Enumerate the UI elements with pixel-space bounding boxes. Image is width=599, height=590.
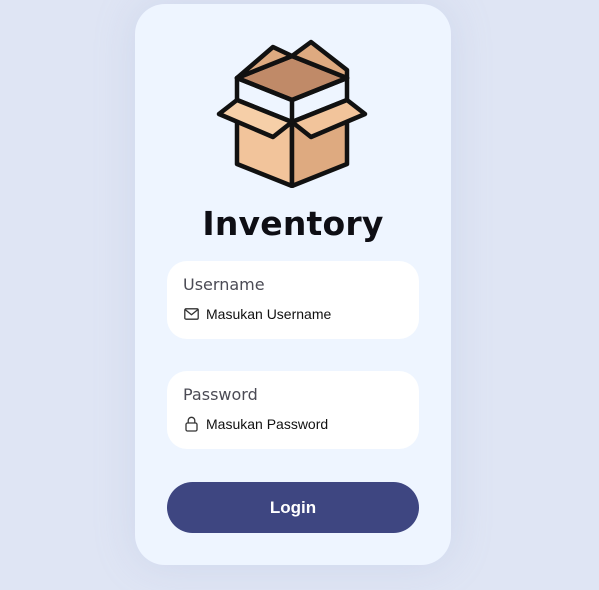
username-input-row[interactable] bbox=[183, 305, 406, 322]
password-field[interactable]: Password bbox=[167, 371, 419, 449]
login-button[interactable]: Login bbox=[167, 482, 419, 533]
lock-icon bbox=[183, 415, 200, 432]
password-input[interactable] bbox=[206, 415, 406, 432]
open-cardboard-box-icon bbox=[215, 34, 369, 189]
username-input[interactable] bbox=[206, 305, 406, 322]
app-title: Inventory bbox=[202, 204, 384, 243]
envelope-icon bbox=[183, 305, 200, 322]
username-label: Username bbox=[183, 275, 265, 294]
password-input-row[interactable] bbox=[183, 415, 406, 432]
password-label: Password bbox=[183, 385, 258, 404]
login-card: Inventory Username Password Login bbox=[135, 4, 451, 565]
username-field[interactable]: Username bbox=[167, 261, 419, 339]
